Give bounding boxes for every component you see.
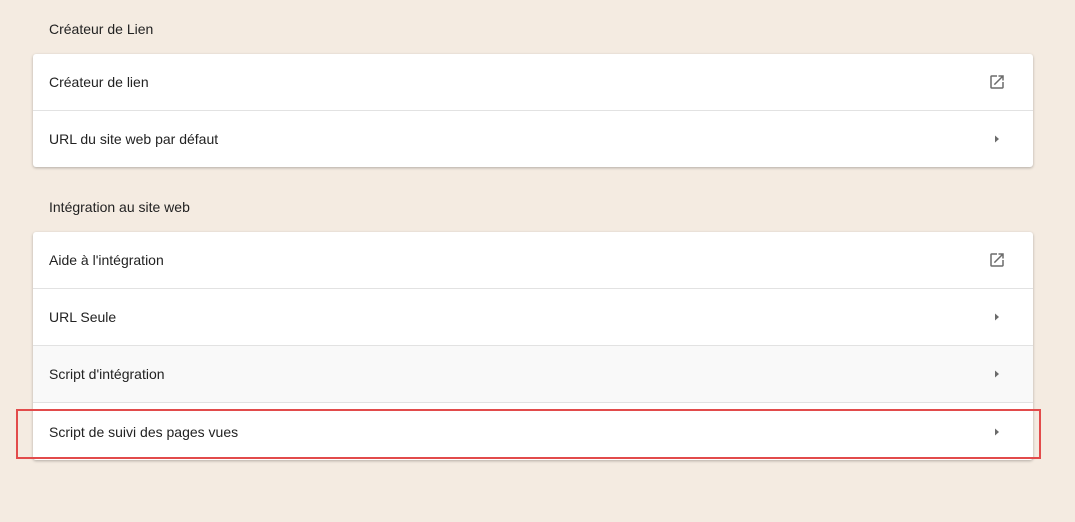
section-title-website-integration: Intégration au site web bbox=[49, 199, 190, 215]
row-label: URL du site web par défaut bbox=[49, 131, 219, 147]
row-url-only[interactable]: URL Seule bbox=[33, 289, 1033, 346]
section-title-link-creator: Créateur de Lien bbox=[49, 21, 154, 37]
row-label: Aide à l'intégration bbox=[49, 252, 164, 268]
row-label: Créateur de lien bbox=[49, 74, 149, 90]
row-label: Script de suivi des pages vues bbox=[49, 423, 239, 440]
chevron-right-icon bbox=[985, 420, 1009, 444]
open-in-new-icon[interactable] bbox=[985, 70, 1009, 94]
link-creator-card: Créateur de lien URL du site web par déf… bbox=[33, 54, 1033, 167]
chevron-right-icon bbox=[985, 362, 1009, 386]
chevron-right-icon bbox=[985, 305, 1009, 329]
open-in-new-icon[interactable] bbox=[985, 248, 1009, 272]
chevron-right-icon bbox=[985, 127, 1009, 151]
row-label: URL Seule bbox=[49, 309, 117, 325]
row-default-website-url[interactable]: URL du site web par défaut bbox=[33, 111, 1033, 167]
website-integration-card: Aide à l'intégration URL Seule Script d'… bbox=[33, 232, 1033, 460]
row-integration-script[interactable]: Script d'intégration bbox=[33, 346, 1033, 403]
row-integration-help[interactable]: Aide à l'intégration bbox=[33, 232, 1033, 289]
row-link-creator[interactable]: Créateur de lien bbox=[33, 54, 1033, 111]
row-page-view-tracking-script[interactable]: Script de suivi des pages vues bbox=[33, 403, 1033, 460]
row-label: Script d'intégration bbox=[49, 366, 165, 382]
